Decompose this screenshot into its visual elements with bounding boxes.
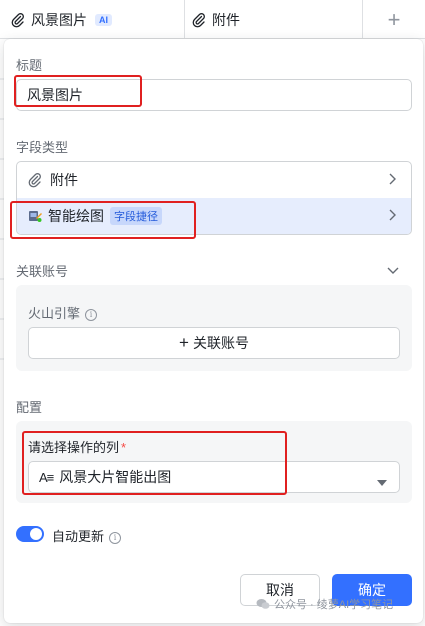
field-type-list: 附件 智能绘图 字段捷径 bbox=[16, 161, 412, 235]
column-select[interactable]: A≡ 风景大片智能出图 bbox=[28, 461, 400, 493]
grid-header: 风景图片 AI 附件 + bbox=[0, 0, 425, 39]
dropdown-caret-icon bbox=[377, 474, 387, 486]
add-column-button[interactable]: + bbox=[363, 0, 425, 39]
engine-label-row: 火山引擎 i bbox=[28, 303, 98, 322]
ai-badge: AI bbox=[95, 13, 112, 26]
column-select-label: 请选择操作的列 bbox=[28, 440, 120, 455]
text-field-icon: A≡ bbox=[39, 469, 54, 485]
column-select-value: 风景大片智能出图 bbox=[59, 469, 172, 485]
config-section: 请选择操作的列 * A≡ 风景大片智能出图 bbox=[16, 421, 412, 503]
toggle-knob bbox=[30, 528, 42, 540]
column-header-landscape[interactable]: 风景图片 AI bbox=[0, 0, 185, 39]
field-type-ai-drawing[interactable]: 智能绘图 字段捷径 bbox=[17, 198, 411, 234]
config-label: 配置 bbox=[16, 400, 43, 415]
chevron-right-icon bbox=[385, 208, 399, 222]
auto-update-label-row: 自动更新 i bbox=[52, 526, 122, 545]
field-shortcut-badge: 字段捷径 bbox=[110, 207, 162, 225]
field-type-label-attachment: 附件 bbox=[50, 172, 78, 188]
link-account-button[interactable]: + 关联账号 bbox=[28, 327, 400, 359]
engine-label: 火山引擎 bbox=[28, 306, 81, 321]
linked-account-label: 关联账号 bbox=[16, 264, 69, 279]
ai-drawing-icon bbox=[27, 208, 43, 224]
watermark: 公众号 · 绫萝AI学习笔记 bbox=[256, 596, 393, 612]
column-header-attachment[interactable]: 附件 bbox=[185, 0, 363, 39]
title-label: 标题 bbox=[16, 58, 43, 73]
column-header-label: 风景图片 bbox=[31, 11, 87, 28]
title-input-value: 风景图片 bbox=[27, 87, 83, 103]
field-type-label: 字段类型 bbox=[16, 140, 69, 155]
wechat-icon bbox=[256, 598, 270, 610]
paperclip-icon bbox=[10, 12, 26, 28]
watermark-text: 公众号 · 绫萝AI学习笔记 bbox=[274, 599, 394, 611]
field-type-label-ai-drawing: 智能绘图 bbox=[48, 208, 104, 224]
title-input[interactable]: 风景图片 bbox=[16, 79, 412, 111]
paperclip-icon bbox=[191, 12, 207, 28]
column-header-label: 附件 bbox=[212, 11, 240, 28]
info-icon[interactable]: i bbox=[109, 531, 122, 544]
column-select-label-row: 请选择操作的列 * bbox=[28, 437, 126, 456]
auto-update-toggle[interactable] bbox=[16, 526, 44, 542]
field-type-attachment[interactable]: 附件 bbox=[17, 162, 411, 198]
plus-icon: + bbox=[179, 333, 189, 352]
chevron-down-icon[interactable] bbox=[386, 263, 400, 277]
chevron-right-icon bbox=[385, 172, 399, 186]
field-config-panel: 标题 风景图片 字段类型 附件 智能绘图 字段捷径 关联账号 火山引擎 i + … bbox=[4, 39, 423, 623]
paperclip-icon bbox=[27, 172, 43, 188]
info-icon[interactable]: i bbox=[85, 308, 98, 321]
link-account-label: 关联账号 bbox=[192, 335, 249, 351]
auto-update-label: 自动更新 bbox=[52, 529, 105, 544]
account-section: 火山引擎 i + 关联账号 bbox=[16, 285, 412, 371]
required-mark: * bbox=[121, 440, 127, 455]
